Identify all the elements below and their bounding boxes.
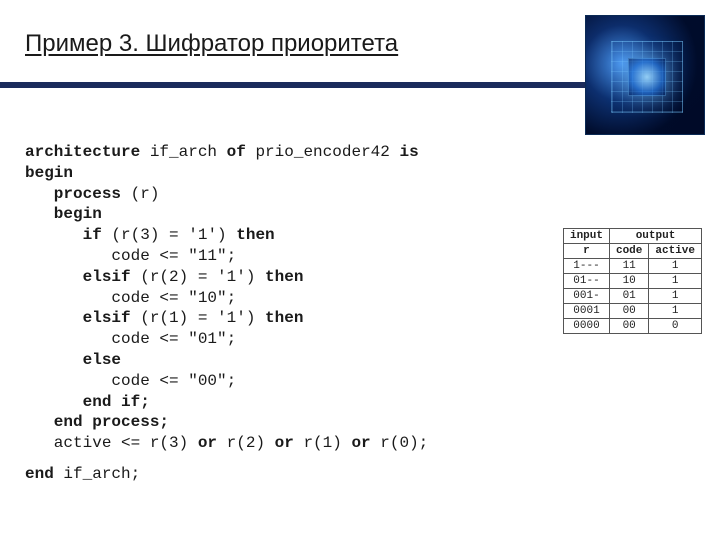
code-text: code <= "00"; <box>25 372 236 390</box>
kw-end: end <box>25 465 63 483</box>
kw-elsif: elsif <box>25 268 140 286</box>
kw-then: then <box>236 226 274 244</box>
cell-code: 10 <box>609 274 648 289</box>
kw-else: else <box>25 351 121 369</box>
kw-endprocess: end process; <box>25 413 169 431</box>
kw-architecture: architecture <box>25 143 140 161</box>
code-text: r(0); <box>371 434 429 452</box>
cell-active: 1 <box>649 259 702 274</box>
table-row: 1--- 11 1 <box>563 259 701 274</box>
table-header-row: input output <box>563 229 701 244</box>
kw-if: if <box>25 226 111 244</box>
th-input: input <box>563 229 609 244</box>
table-row: 01-- 10 1 <box>563 274 701 289</box>
kw-then: then <box>265 309 303 327</box>
code-text: active <= r(3) <box>25 434 198 452</box>
kw-or: or <box>275 434 294 452</box>
cell-active: 1 <box>649 289 702 304</box>
cell-r: 01-- <box>563 274 609 289</box>
th-r: r <box>563 244 609 259</box>
header-rule <box>0 82 585 88</box>
kw-process: process <box>25 185 131 203</box>
cell-r: 1--- <box>563 259 609 274</box>
table-row: 0001 00 1 <box>563 304 701 319</box>
kw-elsif: elsif <box>25 309 140 327</box>
code-text: prio_encoder42 <box>246 143 400 161</box>
code-text: r(2) <box>217 434 275 452</box>
kw-is: is <box>399 143 418 161</box>
header-rule-wrap <box>0 74 720 104</box>
code-text: code <= "01"; <box>25 330 236 348</box>
code-text: (r(3) = '1') <box>111 226 236 244</box>
code-text: if_arch <box>140 143 226 161</box>
kw-endif: end if; <box>25 393 150 411</box>
th-code: code <box>609 244 648 259</box>
table-subheader-row: r code active <box>563 244 701 259</box>
code-text: code <= "11"; <box>25 247 236 265</box>
cell-code: 00 <box>609 319 648 334</box>
kw-begin: begin <box>25 164 73 182</box>
kw-then: then <box>265 268 303 286</box>
cell-active: 1 <box>649 304 702 319</box>
cell-active: 1 <box>649 274 702 289</box>
cell-r: 0001 <box>563 304 609 319</box>
cell-r: 0000 <box>563 319 609 334</box>
code-text: code <= "10"; <box>25 289 236 307</box>
cell-code: 01 <box>609 289 648 304</box>
kw-or: or <box>351 434 370 452</box>
cell-code: 00 <box>609 304 648 319</box>
truth-table: input output r code active 1--- 11 1 01-… <box>563 228 702 334</box>
th-active: active <box>649 244 702 259</box>
kw-begin: begin <box>25 205 102 223</box>
th-output: output <box>609 229 701 244</box>
cell-r: 001- <box>563 289 609 304</box>
code-text: (r(1) = '1') <box>140 309 265 327</box>
code-text: (r) <box>131 185 160 203</box>
table-row: 001- 01 1 <box>563 289 701 304</box>
cell-active: 0 <box>649 319 702 334</box>
code-text: if_arch; <box>63 465 140 483</box>
code-text: (r(2) = '1') <box>140 268 265 286</box>
table-row: 0000 00 0 <box>563 319 701 334</box>
code-text: r(1) <box>294 434 352 452</box>
cell-code: 11 <box>609 259 648 274</box>
kw-or: or <box>198 434 217 452</box>
kw-of: of <box>227 143 246 161</box>
